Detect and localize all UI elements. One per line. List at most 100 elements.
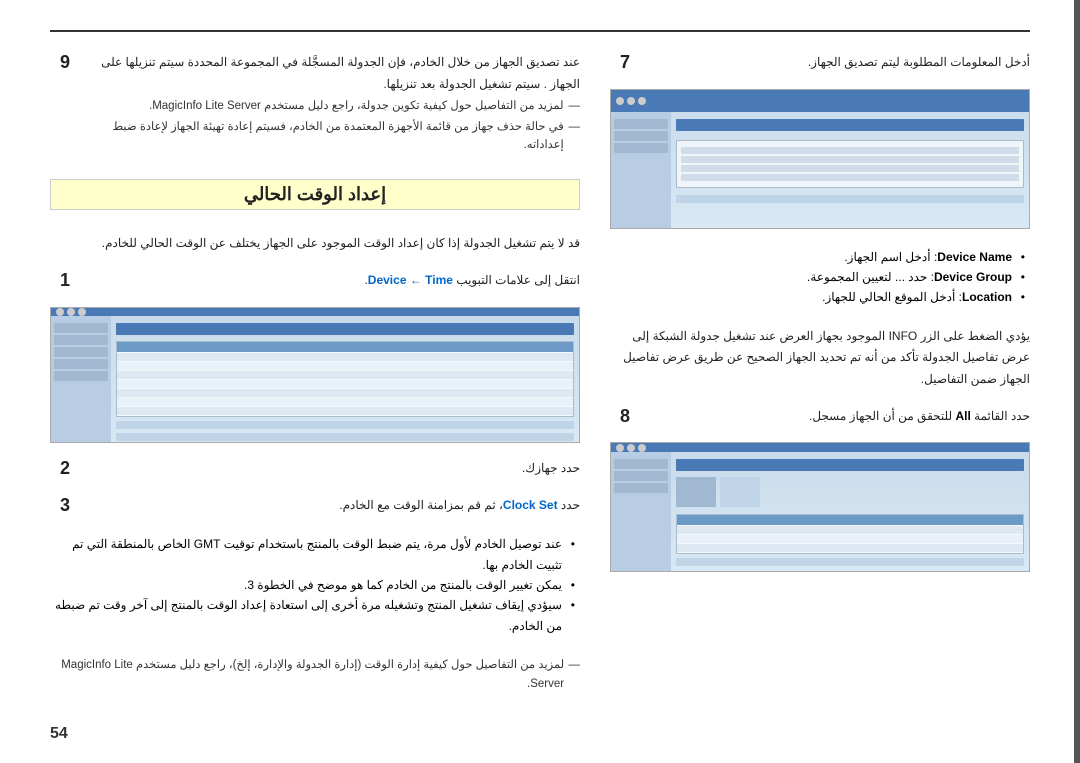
step-1-number: 1 xyxy=(50,270,70,291)
ss-table-row-2 xyxy=(117,362,573,370)
ss-sidebar-3-item-3 xyxy=(614,483,668,493)
ss-table-1 xyxy=(116,341,574,417)
ss-table-header-1 xyxy=(117,342,573,352)
step-9-text: عند تصديق الجهاز من خلال الخادم، فإن الج… xyxy=(80,52,580,95)
ss-dot-4 xyxy=(616,97,624,105)
ss-sidebar-2 xyxy=(611,112,671,228)
notes-2-list: • عند توصيل الخادم لأول مرة، يتم ضبط الو… xyxy=(50,534,580,636)
step-3-number: 3 xyxy=(50,495,70,516)
step-7-row: أدخل المعلومات المطلوبة ليتم تصديق الجها… xyxy=(610,52,1030,74)
device-name-suffix: : أدخل اسم الجهاز. xyxy=(844,250,937,264)
ss-main-1 xyxy=(111,316,579,444)
step-9-number: 9 xyxy=(50,52,70,73)
step-3-content: حدد Clock Set، ثم قم بمزامنة الوقت مع ال… xyxy=(80,495,580,517)
ss-table-3-header xyxy=(677,515,1023,525)
device-group-suffix: : حدد ... لتعيين المجموعة. xyxy=(807,270,934,284)
ss-form-area-1 xyxy=(676,140,1024,188)
device-group-label: Device Group xyxy=(934,270,1012,284)
ss-table-3-row-1 xyxy=(677,526,1023,534)
ss-row-2-1 xyxy=(676,195,1024,203)
location-suffix: : أدخل الموقع الحالي للجهاز. xyxy=(822,290,962,304)
step-1-row: انتقل إلى علامات التبويب Device ← Time. … xyxy=(50,270,580,292)
step-9-row: عند تصديق الجهاز من خلال الخادم، فإن الج… xyxy=(50,52,580,156)
step-9-note-1: — لمزيد من التفاصيل حول كيفية تكوين جدول… xyxy=(80,97,580,115)
ss-inner-2 xyxy=(611,90,1029,228)
ss-table-3 xyxy=(676,514,1024,554)
step-8-row: حدد القائمة All للتحقق من أن الجهاز مسجل… xyxy=(610,406,1030,428)
page-number: 54 xyxy=(50,725,68,743)
ss-sidebar-item-3 xyxy=(54,347,108,357)
step-2-number: 2 xyxy=(50,458,70,479)
ss-table-row-4 xyxy=(117,380,573,388)
ss-dot-1 xyxy=(56,308,64,316)
ss-table-row-7 xyxy=(117,407,573,415)
ss-sidebar-1 xyxy=(51,316,111,444)
step-8-number: 8 xyxy=(610,406,630,427)
step-9-content: عند تصديق الجهاز من خلال الخادم، فإن الج… xyxy=(80,52,580,156)
ss-blue-bar-2 xyxy=(676,119,1024,131)
ss-sidebar-2-item-3 xyxy=(614,143,668,153)
ss-main-2 xyxy=(671,112,1029,228)
ss-table-row-1 xyxy=(117,353,573,361)
ss-inner-1 xyxy=(51,308,579,443)
step-2-text: حدد جهازك. xyxy=(80,458,580,480)
ss-body-2 xyxy=(611,112,1029,228)
ss-form-row-1 xyxy=(681,147,1019,154)
note-3-dashed: — لمزيد من التفاصيل حول كيفية إدارة الوق… xyxy=(50,656,580,693)
ss-dot-3 xyxy=(78,308,86,316)
step-3-row: حدد Clock Set، ثم قم بمزامنة الوقت مع ال… xyxy=(50,495,580,517)
step-7-bullets: • Device Name: أدخل اسم الجهاز. • Device… xyxy=(610,247,1030,308)
right-border-accent xyxy=(1074,0,1080,763)
step-1-blue: Device ← Time xyxy=(368,273,453,287)
ss-sidebar-item-5 xyxy=(54,371,108,381)
bullet-location: • Location: أدخل الموقع الحالي للجهاز. xyxy=(610,287,1025,307)
ss-body-1 xyxy=(51,316,579,444)
all-label: All xyxy=(956,409,971,423)
ss-blue-bar-3 xyxy=(676,459,1024,471)
note-2-item-3: • سيؤدي إيقاف تشغيل المنتج وتشغيله مرة أ… xyxy=(50,595,575,636)
step-3-text: حدد Clock Set، ثم قم بمزامنة الوقت مع ال… xyxy=(80,495,580,517)
content-area: عند تصديق الجهاز من خلال الخادم، فإن الج… xyxy=(50,52,1030,695)
ss-table-row-3 xyxy=(117,371,573,379)
ss-form-row-2 xyxy=(681,156,1019,163)
ss-sidebar-2-item-2 xyxy=(614,131,668,141)
ss-main-3 xyxy=(671,452,1029,571)
left-column: عند تصديق الجهاز من خلال الخادم، فإن الج… xyxy=(50,52,580,695)
ss-dot-2 xyxy=(67,308,75,316)
ss-dot-6 xyxy=(638,97,646,105)
device-name-label: Device Name xyxy=(937,250,1012,264)
ss-dot-5 xyxy=(627,97,635,105)
ss-toolbar-2 xyxy=(611,90,1029,112)
screenshot-2 xyxy=(610,89,1030,229)
page-container: عند تصديق الجهاز من خلال الخادم، فإن الج… xyxy=(0,0,1080,763)
ss-table-3-row-2 xyxy=(677,535,1023,543)
ss-sidebar-item-2 xyxy=(54,335,108,345)
section-title: إعداد الوقت الحالي xyxy=(50,179,580,210)
step-7-content: أدخل المعلومات المطلوبة ليتم تصديق الجها… xyxy=(640,52,1030,74)
ss-body-3 xyxy=(611,452,1029,571)
ss-sidebar-3-item-1 xyxy=(614,459,668,469)
ss-form-row-4 xyxy=(681,174,1019,181)
ss-dot-8 xyxy=(627,444,635,452)
bullet-device-name: • Device Name: أدخل اسم الجهاز. xyxy=(610,247,1025,267)
ss-sidebar-3-item-2 xyxy=(614,471,668,481)
step-7-info-text: يؤدي الضغط على الزر INFO الموجود بجهاز ا… xyxy=(610,326,1030,391)
ss-row-3-bottom xyxy=(676,558,1024,566)
section-intro: قد لا يتم تشغيل الجدولة إذا كان إعداد ال… xyxy=(50,233,580,255)
ss-blue-bar-1 xyxy=(116,323,574,335)
location-label: Location xyxy=(962,290,1012,304)
step-1-text: انتقل إلى علامات التبويب Device ← Time. xyxy=(80,270,580,292)
step-9-note-2: — في حالة حذف جهاز من قائمة الأجهزة المع… xyxy=(80,118,580,155)
ss-row-bottom-1 xyxy=(116,421,574,429)
ss-table-row-5 xyxy=(117,389,573,397)
step-2-content: حدد جهازك. xyxy=(80,458,580,480)
screenshot-3 xyxy=(610,442,1030,572)
ss-sidebar-3 xyxy=(611,452,671,571)
step-1-content: انتقل إلى علامات التبويب Device ← Time. xyxy=(80,270,580,292)
note-2-item-1: • عند توصيل الخادم لأول مرة، يتم ضبط الو… xyxy=(50,534,575,575)
step-2-row: حدد جهازك. 2 xyxy=(50,458,580,480)
ss-inner-3 xyxy=(611,443,1029,571)
ss-dot-9 xyxy=(638,444,646,452)
screenshot-1 xyxy=(50,307,580,444)
ss-sidebar-2-item-1 xyxy=(614,119,668,129)
